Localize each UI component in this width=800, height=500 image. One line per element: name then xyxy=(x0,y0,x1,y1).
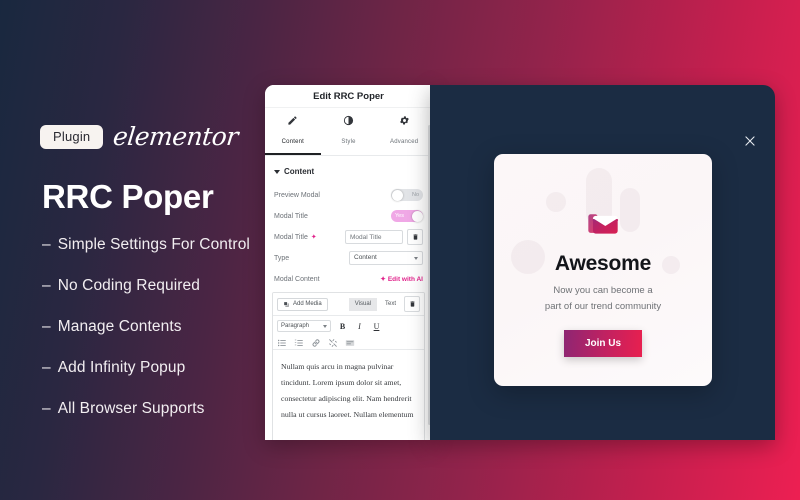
editor-tabs: Content Style Advanced xyxy=(265,108,432,156)
feature-list: – Simple Settings For Control – No Coding … xyxy=(42,236,280,418)
control-preview-modal: Preview Modal No xyxy=(265,185,432,205)
feature-label: Simple Settings For Control xyxy=(57,236,250,253)
modal-content-label: Modal Content xyxy=(274,275,320,283)
list-item: – All Browser Supports xyxy=(42,400,280,418)
toggle-knob xyxy=(411,210,423,222)
dash-marker: – xyxy=(42,359,51,376)
popup-preview-panel: Awesome Now you can become a part of our… xyxy=(430,85,775,440)
bold-button[interactable]: B xyxy=(337,322,348,331)
promo-copy: Plugin elementor RRC Poper – Simple Setti… xyxy=(40,122,280,441)
close-icon[interactable] xyxy=(743,134,757,148)
popup-modal: Awesome Now you can become a part of our… xyxy=(494,154,712,386)
popup-subtitle: Now you can become a part of our trend c… xyxy=(494,283,712,314)
media-icon xyxy=(284,301,289,307)
tab-style-label: Style xyxy=(341,139,356,145)
edit-with-ai-button[interactable]: ✦ Edit with AI xyxy=(380,275,423,284)
bullet-list-icon[interactable] xyxy=(277,335,288,346)
unlink-icon[interactable] xyxy=(328,335,339,347)
dash-marker: – xyxy=(42,277,51,294)
edit-with-ai-label: Edit with AI xyxy=(387,275,423,283)
modal-title-input[interactable]: Modal Title xyxy=(345,230,403,244)
control-modal-title-field: Modal Title ✦ Modal Title xyxy=(265,227,432,247)
chevron-down-icon xyxy=(414,256,418,260)
toolbar-row-secondary xyxy=(277,333,420,347)
tab-content[interactable]: Content xyxy=(265,108,321,155)
tab-advanced[interactable]: Advanced xyxy=(376,108,432,155)
contrast-icon xyxy=(321,115,377,126)
list-item: – No Coding Required xyxy=(42,277,280,295)
page-title: RRC Poper xyxy=(42,178,214,215)
feature-label: All Browser Supports xyxy=(57,400,205,417)
elementor-editor-panel: Edit RRC Poper Content Style Advanced Co… xyxy=(265,85,432,440)
chevron-down-icon xyxy=(274,169,280,174)
popup-title: Awesome xyxy=(554,252,652,275)
add-media-label: Add Media xyxy=(293,301,322,307)
popup-body: Awesome Now you can become a part of our… xyxy=(494,154,712,358)
editor-header-title: Edit RRC Poper xyxy=(265,85,432,108)
dash-marker: – xyxy=(42,236,51,253)
elementor-logo: elementor xyxy=(111,121,240,151)
gear-icon xyxy=(376,115,432,126)
plugin-chip: Plugin xyxy=(40,125,104,149)
type-select-value: Content xyxy=(354,254,377,261)
toolbar-row-primary: Paragraph B I U xyxy=(277,319,420,333)
delete-icon[interactable] xyxy=(404,296,420,312)
feature-label: No Coding Required xyxy=(57,277,200,294)
dash-marker: – xyxy=(42,400,51,417)
editor-mode-tabs: Visual Text xyxy=(348,296,420,312)
format-select-value: Paragraph xyxy=(281,323,310,329)
modal-title-toggle[interactable]: Yes xyxy=(391,210,423,222)
wp-editor-topbar: Add Media Visual Text xyxy=(273,293,424,315)
control-modal-title-toggle: Modal Title Yes xyxy=(265,206,432,226)
underline-button[interactable]: U xyxy=(371,322,382,331)
dash-marker: – xyxy=(42,318,51,335)
wp-format-toolbar: Paragraph B I U xyxy=(273,315,424,349)
feature-label: Manage Contents xyxy=(57,318,182,335)
pencil-icon xyxy=(265,115,321,126)
preview-modal-label: Preview Modal xyxy=(274,191,320,199)
preview-modal-toggle[interactable]: No xyxy=(391,189,423,201)
italic-button[interactable]: I xyxy=(354,322,365,331)
list-item: – Manage Contents xyxy=(42,318,280,336)
tab-content-label: Content xyxy=(281,139,305,145)
modal-title-field-label: Modal Title ✦ xyxy=(274,233,317,241)
type-label: Type xyxy=(274,254,290,262)
modal-title-toggle-label: Modal Title xyxy=(274,212,308,220)
modal-title-input-group: Modal Title xyxy=(345,229,423,245)
format-select[interactable]: Paragraph xyxy=(277,320,331,332)
modal-content-textarea[interactable]: Nullam quis arcu in magna pulvinar tinci… xyxy=(273,349,424,440)
control-type: Type Content xyxy=(265,248,432,268)
join-us-button[interactable]: Join Us xyxy=(563,330,643,358)
add-media-button[interactable]: Add Media xyxy=(277,297,328,311)
control-modal-content-header: Modal Content ✦ Edit with AI xyxy=(265,269,432,289)
link-icon[interactable] xyxy=(311,335,322,347)
chevron-down-icon xyxy=(323,324,327,328)
modal-title-toggle-value: Yes xyxy=(395,213,404,219)
numbered-list-icon[interactable] xyxy=(294,335,305,346)
tab-text[interactable]: Text xyxy=(379,298,402,311)
delete-icon[interactable] xyxy=(407,229,423,245)
open-envelope-icon xyxy=(586,206,620,240)
brand-badge: Plugin elementor xyxy=(40,122,280,152)
section-content-header[interactable]: Content xyxy=(265,156,432,185)
toggle-knob xyxy=(391,189,403,201)
read-more-block-icon[interactable] xyxy=(345,335,356,346)
type-select[interactable]: Content xyxy=(349,251,423,265)
ai-sparkle-icon[interactable]: ✦ xyxy=(311,234,317,241)
preview-modal-toggle-value: No xyxy=(411,192,419,198)
popup-subtitle-line2: part of our trend community xyxy=(544,300,662,312)
list-item: – Add Infinity Popup xyxy=(42,359,280,377)
wp-content-editor: Add Media Visual Text Paragraph B I U Nu… xyxy=(272,292,425,440)
popup-subtitle-line1: Now you can become a xyxy=(553,285,653,296)
section-content-label: Content xyxy=(284,167,315,176)
tab-style[interactable]: Style xyxy=(321,108,377,155)
list-item: – Simple Settings For Control xyxy=(42,236,280,254)
tab-advanced-label: Advanced xyxy=(390,139,419,145)
ai-sparkle-icon: ✦ xyxy=(380,276,386,283)
promo-banner: Plugin elementor RRC Poper – Simple Setti… xyxy=(0,0,800,500)
feature-label: Add Infinity Popup xyxy=(57,359,186,376)
tab-visual[interactable]: Visual xyxy=(348,297,377,311)
